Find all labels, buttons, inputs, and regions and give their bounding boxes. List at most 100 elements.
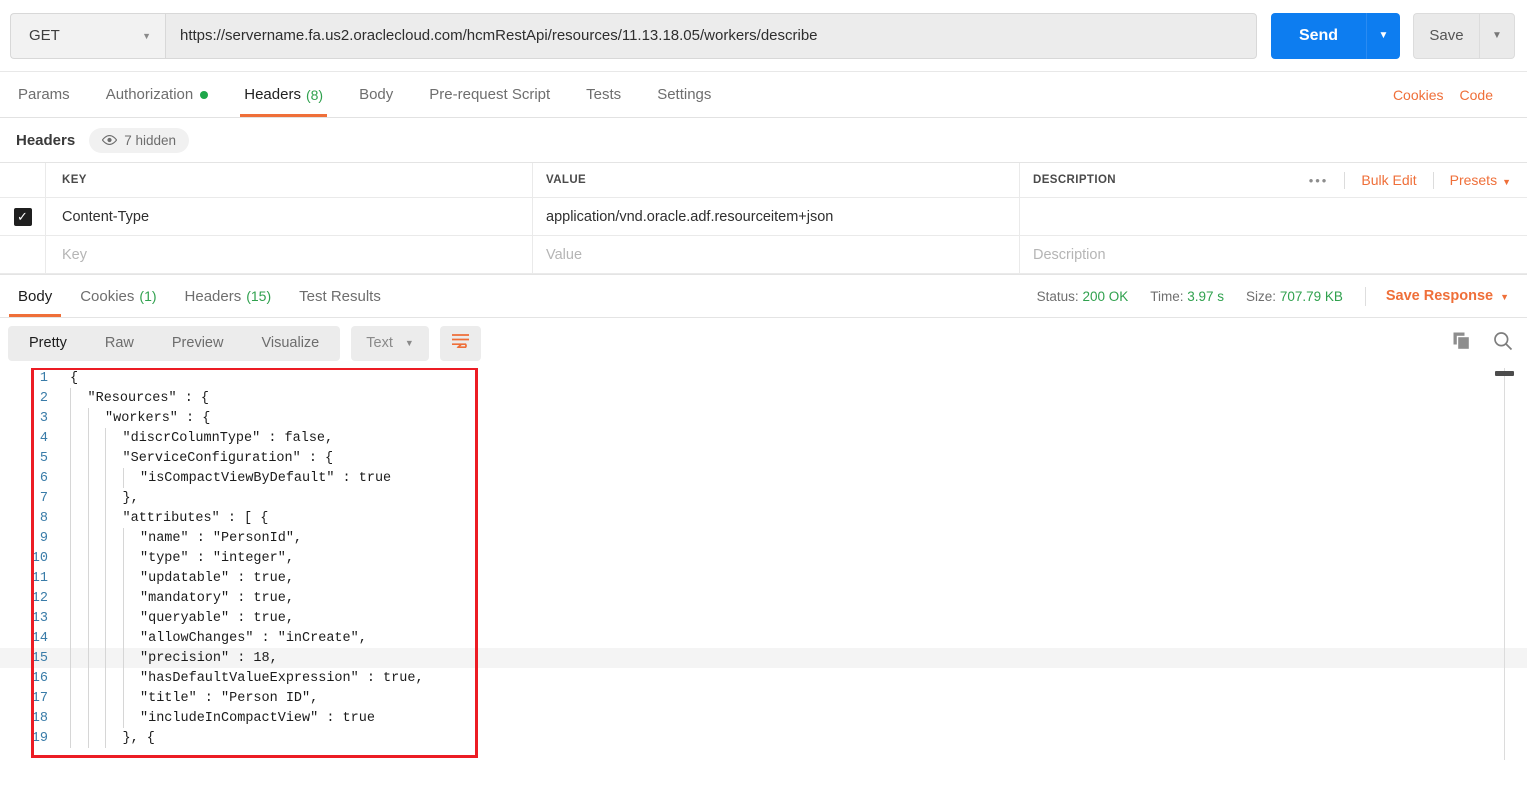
code-line: 9 "name" : "PersonId", xyxy=(0,528,1527,548)
send-button[interactable]: Send xyxy=(1271,12,1366,59)
row-checkbox[interactable]: ✓ xyxy=(13,207,32,226)
tab-headers[interactable]: Headers (8) xyxy=(226,72,341,117)
new-value-input[interactable]: Value xyxy=(533,236,1020,273)
request-url-input[interactable]: https://servername.fa.us2.oraclecloud.co… xyxy=(165,12,1257,59)
line-number: 3 xyxy=(39,410,48,426)
vertical-scrollbar-thumb[interactable] xyxy=(1495,371,1514,376)
code-line: 17 "title" : "Person ID", xyxy=(0,688,1527,708)
size-badge: Size: 707.79 KB xyxy=(1246,289,1343,304)
code-text: }, { xyxy=(122,730,155,746)
row-key-cell[interactable]: Content-Type xyxy=(46,198,533,235)
word-wrap-button[interactable] xyxy=(439,325,481,361)
line-number: 18 xyxy=(31,710,48,726)
tab-label: Authorization xyxy=(105,86,194,103)
status-label: Status: xyxy=(1036,288,1079,304)
view-preview[interactable]: Preview xyxy=(153,326,243,361)
response-tab-test-results[interactable]: Test Results xyxy=(285,275,395,317)
response-body-toolbar: Pretty Raw Preview Visualize Text ▼ xyxy=(0,318,1527,368)
http-method-value: GET xyxy=(29,27,60,44)
code-text: "workers" : { xyxy=(105,410,211,426)
view-pretty[interactable]: Pretty xyxy=(10,326,86,361)
tab-count: (8) xyxy=(305,86,324,103)
postman-window: GET ▼ https://servername.fa.us2.oraclecl… xyxy=(0,0,1527,787)
save-options-chevron-icon[interactable]: ▼ xyxy=(1479,12,1515,59)
new-key-input[interactable]: Key xyxy=(46,236,533,273)
code-line: 3 "workers" : { xyxy=(0,408,1527,428)
tab-settings[interactable]: Settings xyxy=(639,72,729,117)
presets-button[interactable]: Presets ▼ xyxy=(1434,172,1527,188)
code-text: "discrColumnType" : false, xyxy=(122,430,334,446)
size-label: Size: xyxy=(1246,288,1277,304)
line-number: 8 xyxy=(39,510,48,526)
tab-tests[interactable]: Tests xyxy=(568,72,639,117)
line-number: 4 xyxy=(39,430,48,446)
search-button[interactable] xyxy=(1493,331,1513,356)
cookies-link[interactable]: Cookies xyxy=(1393,87,1444,103)
header-value-value: application/vnd.oracle.adf.resourceitem+… xyxy=(546,208,834,225)
code-text: "ServiceConfiguration" : { xyxy=(122,450,334,466)
response-tab-cookies[interactable]: Cookies (1) xyxy=(66,275,170,317)
more-options-icon[interactable]: ••• xyxy=(1293,173,1345,188)
line-number: 17 xyxy=(31,690,48,706)
request-tab-actions: Cookies Code xyxy=(1393,72,1517,117)
code-line: 4 "discrColumnType" : false, xyxy=(0,428,1527,448)
row-description-cell[interactable] xyxy=(1020,198,1527,235)
tab-authorization[interactable]: Authorization xyxy=(88,72,227,117)
response-tab-headers[interactable]: Headers (15) xyxy=(171,275,286,317)
vertical-scrollbar-track[interactable] xyxy=(1504,368,1505,760)
headers-table-header-row: KEY VALUE DESCRIPTION ••• Bulk Edit Pres… xyxy=(0,163,1527,198)
divider xyxy=(1364,286,1366,306)
request-tabs: Params Authorization Headers (8) Body Pr… xyxy=(0,72,729,117)
request-tab-bar: Params Authorization Headers (8) Body Pr… xyxy=(0,72,1527,118)
new-description-input[interactable]: Description xyxy=(1020,236,1527,273)
format-select[interactable]: Text ▼ xyxy=(351,325,429,361)
response-tab-bar: Body Cookies (1) Headers (15) Test Resul… xyxy=(0,274,1527,318)
line-number: 15 xyxy=(31,650,48,666)
eye-icon xyxy=(102,135,118,145)
view-visualize[interactable]: Visualize xyxy=(242,326,338,361)
tab-body[interactable]: Body xyxy=(341,72,411,117)
code-text: "type" : "integer", xyxy=(140,550,294,566)
code-line: 14 "allowChanges" : "inCreate", xyxy=(0,628,1527,648)
row-value-cell[interactable]: application/vnd.oracle.adf.resourceitem+… xyxy=(533,198,1020,235)
response-body-code[interactable]: 1{2 "Resources" : {3 "workers" : {4 "discrC… xyxy=(0,368,1527,760)
line-number: 5 xyxy=(39,450,48,466)
line-number: 19 xyxy=(31,730,48,746)
table-row[interactable]: ✓ Content-Type application/vnd.oracle.ad… xyxy=(0,198,1527,236)
line-number: 2 xyxy=(39,390,48,406)
size-value: 707.79 KB xyxy=(1279,288,1343,304)
save-button[interactable]: Save xyxy=(1413,12,1479,59)
code-line: 10 "type" : "integer", xyxy=(0,548,1527,568)
tab-label: Test Results xyxy=(299,287,381,305)
response-tab-body[interactable]: Body xyxy=(4,275,66,317)
bulk-edit-button[interactable]: Bulk Edit xyxy=(1345,172,1432,188)
save-response-label: Save Response xyxy=(1385,288,1494,304)
send-options-chevron-icon[interactable]: ▼ xyxy=(1366,12,1400,59)
response-body-tools xyxy=(1453,331,1513,356)
save-response-button[interactable]: Save Response ▼ xyxy=(1386,288,1509,304)
code-line: 1{ xyxy=(0,368,1527,388)
http-method-select[interactable]: GET ▼ xyxy=(10,12,165,59)
copy-button[interactable] xyxy=(1453,332,1471,355)
line-number: 16 xyxy=(31,670,48,686)
time-value: 3.97 s xyxy=(1187,288,1225,304)
tab-label: Body xyxy=(359,86,394,103)
hidden-headers-toggle[interactable]: 7 hidden xyxy=(89,127,190,153)
column-header-key: KEY xyxy=(46,163,533,197)
column-header-value: VALUE xyxy=(533,163,1020,197)
status-badge: Status: 200 OK xyxy=(1037,289,1129,304)
time-badge: Time: 3.97 s xyxy=(1150,289,1224,304)
code-text: "queryable" : true, xyxy=(140,610,294,626)
view-mode-segmented-control: Pretty Raw Preview Visualize xyxy=(8,325,341,361)
tab-params[interactable]: Params xyxy=(0,72,88,117)
view-raw[interactable]: Raw xyxy=(86,326,153,361)
request-url-bar: GET ▼ https://servername.fa.us2.oraclecl… xyxy=(0,0,1527,72)
tab-label: Pre-request Script xyxy=(429,86,551,103)
tab-pre-request-script[interactable]: Pre-request Script xyxy=(411,72,568,117)
code-link[interactable]: Code xyxy=(1460,87,1493,103)
table-row-empty[interactable]: Key Value Description xyxy=(0,236,1527,274)
headers-table-actions: ••• Bulk Edit Presets ▼ xyxy=(1293,171,1527,189)
search-icon xyxy=(1493,331,1513,356)
headers-title: Headers xyxy=(16,131,76,149)
copy-icon xyxy=(1453,332,1471,355)
